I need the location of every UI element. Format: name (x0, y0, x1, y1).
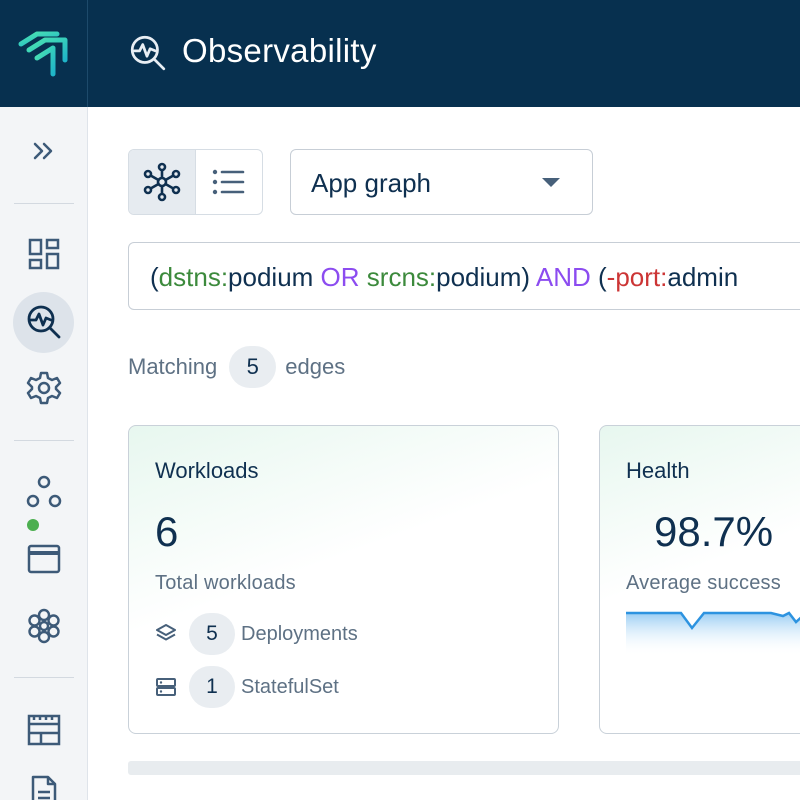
server-icon (155, 676, 185, 698)
services-icon[interactable] (24, 472, 64, 512)
health-subtitle: Average success (626, 572, 781, 594)
view-mode-select[interactable]: App graph (290, 149, 593, 215)
sidebar (0, 0, 88, 800)
matching-prefix: Matching (128, 354, 218, 379)
health-status-dot (27, 519, 39, 531)
health-card[interactable]: Health 98.7% Average success (599, 425, 800, 734)
sidebar-divider (14, 440, 74, 441)
table-icon[interactable] (24, 710, 64, 750)
statefulset-label: StatefulSet (241, 675, 339, 698)
view-toggle (128, 149, 263, 215)
window-icon[interactable] (24, 539, 64, 579)
statefulset-row: 1 StatefulSet (155, 666, 339, 708)
query-value: podium (436, 262, 522, 292)
query-operator: AND (530, 262, 598, 292)
list-view-button[interactable] (196, 150, 263, 214)
dashboard-icon[interactable] (24, 234, 64, 274)
query-token: ( (150, 262, 159, 292)
success-rate-sparkline (626, 611, 800, 656)
query-key-negated: -port: (606, 262, 668, 292)
matching-summary: Matching 5 edges (128, 346, 345, 388)
query-token: ( (598, 262, 607, 292)
sidebar-divider (14, 677, 74, 678)
query-value: podium (228, 262, 314, 292)
deployments-count: 5 (189, 613, 235, 655)
document-icon[interactable] (24, 772, 64, 800)
settings-icon[interactable] (24, 368, 64, 408)
horizontal-scrollbar[interactable] (128, 761, 800, 775)
app-logo-icon (18, 31, 68, 77)
graph-view-button[interactable] (129, 150, 196, 214)
cluster-icon[interactable] (24, 606, 64, 646)
workloads-subtitle: Total workloads (155, 572, 296, 594)
edge-count-badge: 5 (229, 346, 277, 388)
sidebar-divider (14, 203, 74, 204)
health-title: Health (626, 458, 690, 483)
query-value: admin (667, 262, 739, 292)
health-value: 98.7% (654, 508, 774, 555)
deployments-row: 5 Deployments (155, 613, 358, 655)
query-key: dstns: (158, 262, 229, 292)
top-bar: Observability (88, 0, 800, 107)
query-operator: OR (313, 262, 367, 292)
query-input[interactable]: (dstns:podium OR srcns:podium) AND (-por… (128, 242, 800, 310)
observability-icon[interactable] (24, 302, 64, 342)
page-title: Observability (182, 32, 377, 69)
query-key: srcns: (366, 262, 437, 292)
list-icon (212, 169, 245, 195)
deployments-label: Deployments (241, 622, 358, 645)
expand-sidebar-icon[interactable] (24, 131, 64, 171)
logo-area[interactable] (0, 0, 88, 107)
workloads-title: Workloads (155, 458, 259, 483)
statefulset-count: 1 (189, 666, 235, 708)
layers-icon (155, 623, 185, 645)
chevron-down-icon (542, 178, 560, 187)
observability-title-icon (128, 33, 168, 78)
workloads-total: 6 (155, 508, 179, 555)
query-token: ) (521, 262, 531, 292)
view-mode-value: App graph (311, 168, 431, 198)
matching-suffix: edges (285, 354, 346, 379)
graph-icon (143, 162, 181, 202)
workloads-card[interactable]: Workloads 6 Total workloads 5 Deployment… (128, 425, 559, 734)
